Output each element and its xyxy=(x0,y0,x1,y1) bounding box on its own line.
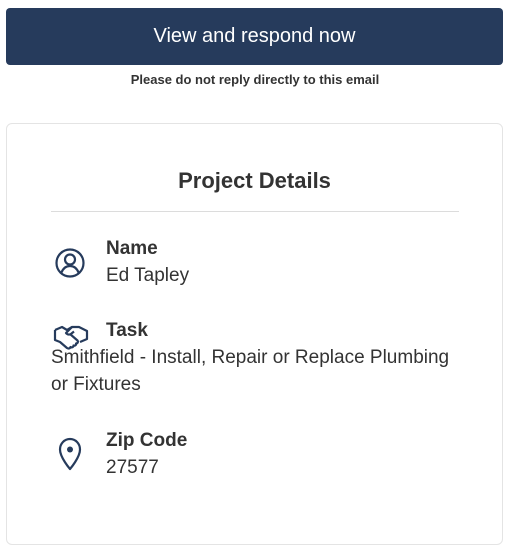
detail-zip-code-value: 27577 xyxy=(106,457,159,478)
handshake-icon xyxy=(51,317,106,350)
no-reply-notice: Please do not reply directly to this ema… xyxy=(130,72,380,87)
project-details-card: Project Details Name Ed Tapley Task Smit… xyxy=(6,123,503,545)
view-and-respond-button[interactable]: View and respond now xyxy=(6,8,503,65)
detail-zip-code: Zip Code 27577 xyxy=(51,427,471,481)
view-and-respond-label: View and respond now xyxy=(153,25,356,47)
detail-name-value: Ed Tapley xyxy=(106,265,190,286)
user-circle-icon xyxy=(51,235,106,289)
location-pin-icon xyxy=(51,427,106,481)
detail-task: Task Smithfield - Install, Repair or Rep… xyxy=(51,317,471,398)
detail-name-label: Name xyxy=(106,238,158,259)
detail-task-label: Task xyxy=(106,320,148,341)
card-title: Project Details xyxy=(178,168,331,193)
detail-task-value: Smithfield - Install, Repair or Replace … xyxy=(51,347,450,395)
card-divider xyxy=(51,211,459,212)
detail-zip-code-label: Zip Code xyxy=(106,430,188,451)
detail-name: Name Ed Tapley xyxy=(51,235,471,289)
